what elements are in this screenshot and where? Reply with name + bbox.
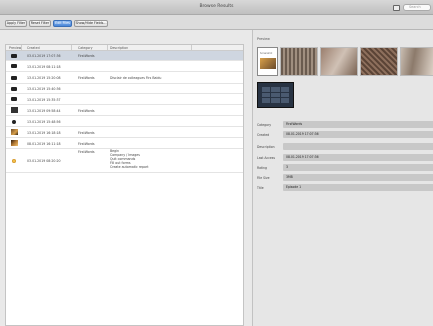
created-cell: 13.01.2019 15:20:08 [27, 76, 61, 80]
table-row[interactable]: 13.01.2019 09:58:44 FirstWords [6, 105, 243, 116]
category-cell: FirstWords [78, 142, 95, 146]
titlebar-controls: Search [393, 3, 431, 12]
image-thumbnail [12, 159, 16, 163]
description-notes: Begin Company / Images Quit commands Fil… [110, 149, 149, 170]
show-hide-fields-button[interactable]: Show/Hide Fields... [74, 20, 108, 27]
results-list: Preview Created Category Description 03.… [5, 44, 244, 326]
window-title: Browse Results [199, 4, 234, 9]
chat-icon[interactable] [393, 4, 400, 11]
property-label: Created [257, 133, 270, 137]
camera-thumbnail [11, 87, 17, 91]
image-thumbnail [11, 140, 18, 146]
image-thumbnail [11, 107, 18, 113]
table-row[interactable]: 13.01.2019 16:18:18 FirstWords [6, 127, 243, 138]
preview-thumbnail[interactable] [360, 47, 398, 76]
property-label: Last Access [257, 156, 276, 160]
created-cell: 03.01.2019 08:20:20 [27, 159, 61, 163]
grid-cells [262, 87, 289, 103]
preview-thumbnail-caption: Screenshot [260, 52, 273, 55]
property-value: 3 [286, 165, 288, 169]
preview-thumbnail[interactable] [280, 47, 318, 76]
created-cell: 13.01.2019 09:58:44 [27, 109, 61, 113]
created-cell: 13.01.2019 08:11:18 [27, 65, 61, 69]
camera-thumbnail [11, 54, 17, 58]
file-size-field[interactable]: 3MB [283, 174, 433, 181]
category-cell: FirstWords [78, 76, 95, 80]
category-cell: FirstWords [78, 54, 95, 58]
rating-field[interactable]: 3 [283, 164, 433, 171]
preview-thumbnail[interactable] [320, 47, 358, 76]
property-label: Description [257, 145, 275, 149]
created-field[interactable]: 08.01.2019 17:07:36 [283, 131, 433, 138]
table-row[interactable]: 13.01.2019 15:35:37 [6, 94, 243, 105]
created-cell: 13.01.2019 15:48:56 [27, 120, 61, 124]
created-cell: 08.01.2019 16:11:18 [27, 142, 61, 146]
reset-filter-button[interactable]: Reset Filter [29, 20, 51, 27]
note-line: Create automatic report [110, 164, 149, 169]
category-cell: FirstWords [78, 150, 95, 154]
edit-files-button[interactable]: Edit Files [53, 20, 72, 27]
property-label: Title [257, 186, 264, 190]
title-bar: Browse Results Search [0, 0, 433, 15]
created-cell: 13.01.2019 15:35:37 [27, 98, 61, 102]
table-row[interactable]: 13.01.2019 15:40:36 [6, 84, 243, 94]
table-row[interactable]: 13.01.2019 08:11:18 [6, 61, 243, 72]
property-value: Episode 1 [286, 185, 302, 189]
preview-thumbnail[interactable] [400, 47, 433, 76]
table-row[interactable]: 03.01.2019 17:07:36 FirstWords [6, 51, 243, 61]
property-value: 08.01.2019 17:07:36 [286, 132, 319, 136]
category-field[interactable]: FirstWords [283, 121, 433, 128]
created-cell: 03.01.2019 17:07:36 [27, 54, 61, 58]
apply-filter-button[interactable]: Apply Filter [5, 20, 27, 27]
preview-thumbnail-grid[interactable] [257, 82, 294, 108]
camera-thumbnail [11, 97, 17, 101]
created-cell: 13.01.2019 16:18:18 [27, 131, 61, 135]
preview-thumbnail-selected[interactable]: Screenshot [257, 47, 278, 76]
column-category[interactable]: Category [78, 46, 93, 50]
title-field[interactable]: Episode 1 [283, 184, 433, 191]
toolbar: Apply Filter Reset Filter Edit Files Sho… [0, 15, 433, 30]
category-cell: FirstWords [78, 131, 95, 135]
description-cell: Disclair de colleagues Firs Baidu [110, 76, 162, 80]
property-value: 3MB [286, 175, 293, 179]
search-input[interactable]: Search [403, 4, 431, 11]
table-row[interactable]: 13.01.2019 15:48:56 [6, 116, 243, 127]
property-value: 08.01.2019 17:07:36 [286, 155, 319, 159]
column-created[interactable]: Created [27, 46, 40, 50]
detail-panel: Preview Screenshot Category FirstWords C… [252, 30, 433, 326]
image-thumbnail [11, 129, 18, 135]
table-row[interactable]: 13.01.2019 15:20:08 FirstWords Disclair … [6, 72, 243, 84]
table-row[interactable]: 08.01.2019 16:11:18 FirstWords [6, 138, 243, 149]
created-cell: 13.01.2019 15:40:36 [27, 87, 61, 91]
camera-thumbnail [11, 64, 17, 68]
preview-label: Preview [257, 37, 270, 41]
camera-thumbnail [12, 120, 16, 124]
column-preview[interactable]: Preview [9, 46, 21, 50]
property-label: File Size [257, 176, 270, 180]
description-field[interactable] [283, 143, 433, 150]
last-access-field[interactable]: 08.01.2019 17:07:36 [283, 154, 433, 161]
camera-thumbnail [11, 76, 17, 80]
property-label: Rating [257, 166, 267, 170]
preview-mini-image [260, 58, 276, 69]
property-label: Category [257, 123, 272, 127]
property-value: FirstWords [286, 122, 303, 126]
category-cell: FirstWords [78, 109, 95, 113]
table-row[interactable]: 03.01.2019 08:20:20 FirstWords Begin Com… [6, 149, 243, 173]
column-description[interactable]: Description [110, 46, 128, 50]
